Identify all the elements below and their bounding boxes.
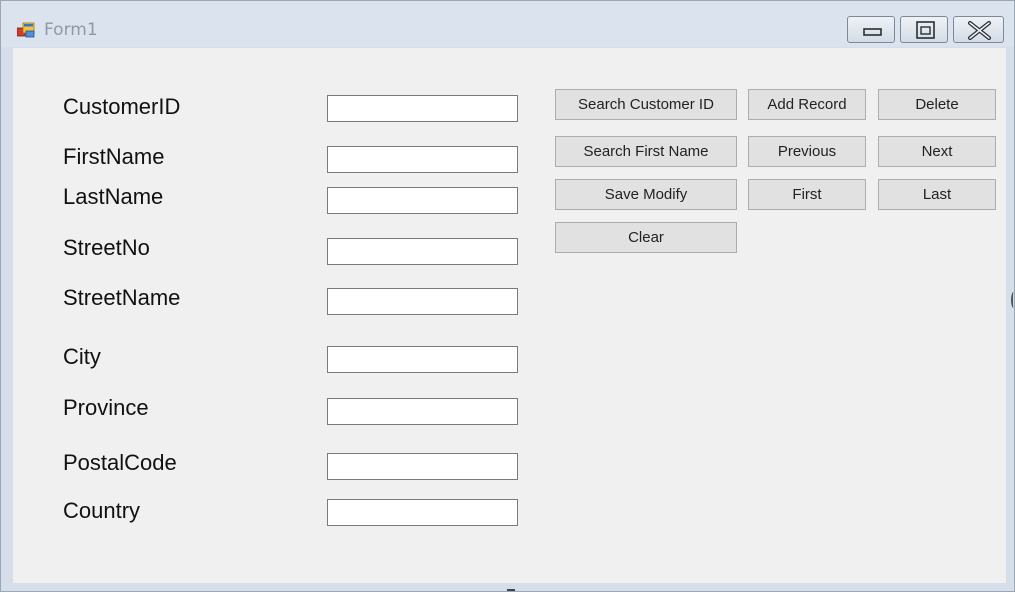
label-city: City: [63, 344, 101, 369]
label-last-name: LastName: [63, 184, 164, 209]
label-street-name: StreetName: [63, 285, 181, 310]
form-client-area: CustomerID FirstName LastName StreetNo S…: [13, 48, 1006, 583]
title-bar[interactable]: Form1: [1, 1, 1014, 47]
save-modify-button[interactable]: Save Modify: [555, 179, 737, 210]
last-button[interactable]: Last: [878, 179, 996, 210]
previous-button[interactable]: Previous: [748, 136, 866, 167]
restore-icon: [916, 21, 935, 39]
province-field[interactable]: [327, 398, 518, 425]
last-name-field[interactable]: [327, 187, 518, 214]
maximize-button[interactable]: [900, 16, 948, 43]
form1-window: Form1 CustomerID FirstName LastName Stre…: [0, 0, 1015, 592]
search-customer-id-button[interactable]: Search Customer ID: [555, 89, 737, 120]
postal-code-field[interactable]: [327, 453, 518, 480]
delete-button[interactable]: Delete: [878, 89, 996, 120]
customer-id-field[interactable]: [327, 95, 518, 122]
next-button[interactable]: Next: [878, 136, 996, 167]
first-name-field[interactable]: [327, 146, 518, 173]
clear-button[interactable]: Clear: [555, 222, 737, 253]
city-field[interactable]: [327, 346, 518, 373]
label-customer-id: CustomerID: [63, 94, 181, 119]
edge-cursor-mark: [1011, 292, 1015, 308]
close-button[interactable]: [953, 16, 1004, 43]
label-postal-code: PostalCode: [63, 450, 177, 475]
street-name-field[interactable]: [327, 288, 518, 315]
label-province: Province: [63, 395, 149, 420]
label-country: Country: [63, 498, 141, 523]
search-first-name-button[interactable]: Search First Name: [555, 136, 737, 167]
app-form-icon: [17, 22, 35, 38]
close-icon: [968, 21, 991, 40]
add-record-button[interactable]: Add Record: [748, 89, 866, 120]
bottom-edge-mark: [507, 589, 515, 593]
street-no-field[interactable]: [327, 238, 518, 265]
window-title: Form1: [44, 20, 98, 40]
minimize-icon: [863, 28, 882, 36]
country-field[interactable]: [327, 499, 518, 526]
minimize-button[interactable]: [847, 16, 895, 43]
first-button[interactable]: First: [748, 179, 866, 210]
label-street-no: StreetNo: [63, 235, 150, 260]
label-first-name: FirstName: [63, 144, 165, 169]
